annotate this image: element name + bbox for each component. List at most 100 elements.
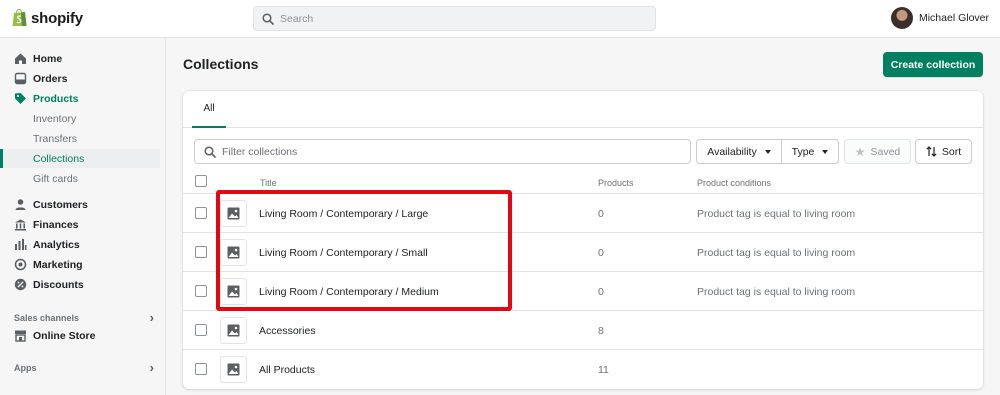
sidebar-item-analytics[interactable]: Analytics (0, 235, 160, 254)
apps-heading[interactable]: Apps › (14, 360, 154, 375)
apps-label: Apps (14, 362, 37, 373)
sidebar-item-label: Marketing (33, 258, 83, 271)
sidebar-item-home[interactable]: Home (0, 49, 160, 68)
sort-label: Sort (941, 145, 962, 158)
sidebar-item-label: Orders (33, 72, 68, 85)
column-header-conditions[interactable]: Product conditions (697, 178, 771, 188)
table-row[interactable]: Living Room / Contemporary / Large 0 Pro… (183, 193, 983, 232)
product-count: 0 (598, 285, 604, 298)
column-header-products[interactable]: Products (598, 178, 634, 188)
sidebar-item-collections[interactable]: Collections (0, 149, 160, 168)
person-icon (15, 199, 26, 210)
availability-filter-button[interactable]: Availability (696, 139, 782, 164)
saved-button[interactable]: ★ Saved (844, 139, 911, 164)
collections-card: All Availability Type ★ Saved Sort Title… (183, 91, 983, 389)
image-placeholder-icon (220, 356, 247, 383)
collection-title[interactable]: Living Room / Contemporary / Large (259, 194, 428, 233)
sidebar-item-label: Inventory (33, 112, 77, 125)
home-icon (15, 53, 26, 64)
tab-bar: All (183, 91, 983, 128)
row-checkbox[interactable] (195, 207, 207, 219)
sidebar-item-marketing[interactable]: Marketing (0, 255, 160, 274)
column-header-title[interactable]: Title (260, 178, 277, 188)
tab-all[interactable]: All (192, 91, 226, 128)
availability-label: Availability (707, 145, 757, 158)
orders-icon (14, 72, 27, 85)
sidebar-item-transfers[interactable]: Transfers (0, 129, 160, 148)
product-count: 0 (598, 246, 604, 259)
store-icon (15, 330, 26, 342)
row-checkbox[interactable] (195, 285, 207, 297)
page-title: Collections (183, 56, 259, 72)
search-icon (204, 145, 216, 158)
sidebar-item-orders[interactable]: Orders (0, 69, 160, 88)
user-name: Michael Glover (918, 12, 989, 24)
table-row[interactable]: Accessories 8 (183, 310, 983, 349)
sidebar-item-label: Discounts (33, 278, 84, 291)
row-checkbox[interactable] (195, 246, 207, 258)
sidebar-item-label: Analytics (33, 238, 80, 251)
sidebar-item-gift-cards[interactable]: Gift cards (0, 169, 160, 188)
table-row[interactable]: Living Room / Contemporary / Small 0 Pro… (183, 232, 983, 271)
tag-icon (15, 93, 26, 104)
target-icon (14, 258, 27, 271)
avatar (890, 7, 913, 29)
image-placeholder-icon (220, 278, 247, 305)
collection-title[interactable]: Living Room / Contemporary / Medium (259, 272, 439, 311)
collection-title[interactable]: Living Room / Contemporary / Small (259, 233, 428, 272)
image-placeholder-icon (220, 239, 247, 266)
image-placeholder-icon (220, 200, 247, 227)
sidebar-item-label: Transfers (33, 132, 77, 145)
sidebar-item-label: Home (33, 52, 63, 65)
product-conditions: Product tag is equal to living room (697, 246, 856, 259)
type-filter-button[interactable]: Type (781, 139, 839, 164)
select-all-checkbox[interactable] (195, 175, 207, 187)
logo-wordmark: shopify (31, 9, 83, 27)
sidebar-item-label: Online Store (33, 329, 96, 342)
filter-collections-field[interactable] (194, 139, 691, 164)
search-bar[interactable] (253, 6, 656, 31)
sales-channels-heading[interactable]: Sales channels › (14, 310, 154, 325)
create-collection-button[interactable]: Create collection (883, 52, 983, 77)
shopify-bag-icon (12, 9, 27, 26)
product-count: 8 (598, 324, 604, 337)
row-checkbox[interactable] (195, 363, 207, 375)
saved-label: Saved (870, 145, 901, 158)
sidebar-item-label: Collections (33, 152, 85, 165)
row-checkbox[interactable] (195, 324, 207, 336)
sidebar-item-customers[interactable]: Customers (0, 195, 160, 214)
product-conditions: Product tag is equal to living room (697, 207, 856, 220)
sidebar-item-inventory[interactable]: Inventory (0, 109, 160, 128)
search-icon (262, 12, 274, 25)
filter-collections-input[interactable] (222, 145, 672, 158)
top-bar: shopify Michael Glover (0, 0, 1000, 38)
collection-title[interactable]: All Products (259, 350, 315, 389)
table-row[interactable]: All Products 11 (183, 349, 983, 388)
sidebar-item-label: Gift cards (33, 172, 78, 185)
search-input[interactable] (280, 12, 640, 25)
bar-chart-icon (15, 239, 27, 250)
shopify-logo[interactable]: shopify (12, 9, 83, 27)
sidebar-item-products[interactable]: Products (0, 89, 160, 108)
chevron-right-icon: › (149, 310, 154, 325)
sales-channels-label: Sales channels (14, 312, 80, 323)
sort-icon (926, 146, 937, 157)
table-row[interactable]: Living Room / Contemporary / Medium 0 Pr… (183, 271, 983, 310)
user-menu[interactable]: Michael Glover (890, 7, 989, 29)
sidebar-item-discounts[interactable]: Discounts (0, 275, 160, 294)
star-icon: ★ (854, 144, 866, 159)
discount-icon (14, 278, 27, 291)
type-label: Type (791, 145, 815, 158)
collection-title[interactable]: Accessories (259, 311, 316, 350)
sidebar-item-label: Customers (33, 198, 88, 211)
product-count: 0 (598, 207, 604, 220)
image-placeholder-icon (220, 317, 247, 344)
sort-button[interactable]: Sort (915, 139, 972, 164)
sidebar-item-finances[interactable]: Finances (0, 215, 160, 234)
caret-down-icon (764, 149, 771, 154)
sidebar-item-online-store[interactable]: Online Store (0, 326, 160, 345)
bank-icon (15, 219, 26, 231)
product-conditions: Product tag is equal to living room (697, 285, 856, 298)
sidebar-item-label: Products (33, 92, 79, 105)
sidebar-item-label: Finances (33, 218, 79, 231)
